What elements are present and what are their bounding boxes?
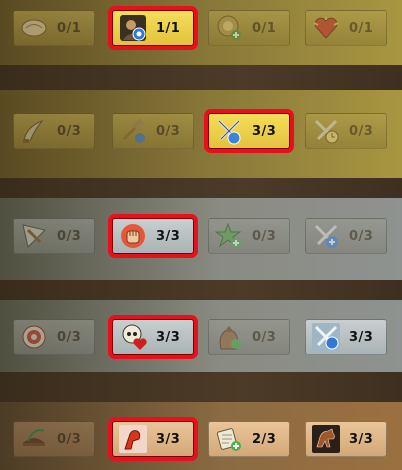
talent-count: 0/1 (252, 20, 277, 36)
talent-slot[interactable]: 3/3 (112, 421, 194, 457)
talent-slot[interactable]: 1/1 (112, 10, 194, 46)
talent-slot[interactable]: 0/3 (13, 218, 95, 254)
talent-count: 0/3 (349, 228, 374, 244)
talent-count: 3/3 (156, 228, 181, 244)
talent-count: 3/3 (252, 123, 277, 139)
talent-slot[interactable]: 0/1 (208, 10, 290, 46)
talent-slot[interactable]: 0/3 (13, 319, 95, 355)
talent-slot[interactable]: 3/3 (112, 319, 194, 355)
talent-slot[interactable]: 0/3 (208, 319, 290, 355)
heart-icon (311, 14, 341, 42)
talent-slot[interactable]: 2/3 (208, 421, 290, 457)
blade-icon (19, 117, 49, 145)
skull-heart-icon (118, 323, 148, 351)
star-plus-icon (214, 222, 244, 250)
talent-count: 0/1 (349, 20, 374, 36)
tier-gap (0, 65, 402, 90)
talent-slot[interactable]: 0/1 (13, 10, 95, 46)
target-icon (19, 323, 49, 351)
hammer-gear-icon (118, 117, 148, 145)
talent-slot[interactable]: 3/3 (112, 218, 194, 254)
grab-bag-icon (214, 323, 244, 351)
hat-feather-icon (19, 425, 49, 453)
talent-slot[interactable]: 3/3 (208, 113, 290, 149)
talent-count: 3/3 (156, 329, 181, 345)
tier-gap (0, 280, 402, 300)
flexed-arm-icon (118, 425, 148, 453)
talent-count: 0/3 (252, 329, 277, 345)
talent-row-1: 0/1 1/1 0/1 0/1 (0, 3, 402, 53)
talent-slot[interactable]: 0/3 (13, 421, 95, 457)
crossed-swords-timer-icon (311, 117, 341, 145)
talent-count: 0/3 (252, 228, 277, 244)
tier-gap (0, 178, 402, 198)
talent-row-3: 0/3 3/3 0/3 0/3 (0, 211, 402, 261)
talent-count: 0/3 (349, 123, 374, 139)
talent-count: 0/1 (57, 20, 82, 36)
talent-slot[interactable]: 3/3 (305, 319, 387, 355)
talent-count: 0/3 (57, 228, 82, 244)
talent-row-5: 0/3 3/3 2/3 3/3 (0, 414, 402, 464)
talent-slot[interactable]: 3/3 (305, 421, 387, 457)
talent-count: 0/3 (57, 123, 82, 139)
talent-count: 3/3 (349, 329, 374, 345)
crossed-swords-shield-icon (214, 117, 244, 145)
fist-icon (118, 222, 148, 250)
talent-slot[interactable]: 0/3 (112, 113, 194, 149)
talent-count: 3/3 (156, 431, 181, 447)
arrowhead-icon (19, 222, 49, 250)
warrior-portrait-icon (118, 14, 148, 42)
talent-count: 3/3 (349, 431, 374, 447)
talent-slot[interactable]: 0/3 (13, 113, 95, 149)
talent-count: 2/3 (252, 431, 277, 447)
talent-count: 0/3 (57, 431, 82, 447)
talent-slot[interactable]: 0/1 (305, 10, 387, 46)
tier-gap (0, 372, 402, 402)
pillow-icon (19, 14, 49, 42)
talent-row-2: 0/3 0/3 3/3 0/3 (0, 106, 402, 156)
crossed-swords-shield-icon (311, 323, 341, 351)
talent-count: 0/3 (156, 123, 181, 139)
talent-row-4: 0/3 3/3 0/3 3/3 (0, 312, 402, 362)
round-token-plus-icon (214, 14, 244, 42)
crossed-swords-plus-icon (311, 222, 341, 250)
talent-count: 1/1 (156, 20, 181, 36)
talent-count: 0/3 (57, 329, 82, 345)
talent-slot[interactable]: 0/3 (208, 218, 290, 254)
talent-slot[interactable]: 0/3 (305, 113, 387, 149)
scroll-plus-icon (214, 425, 244, 453)
horse-icon (311, 425, 341, 453)
talent-slot[interactable]: 0/3 (305, 218, 387, 254)
